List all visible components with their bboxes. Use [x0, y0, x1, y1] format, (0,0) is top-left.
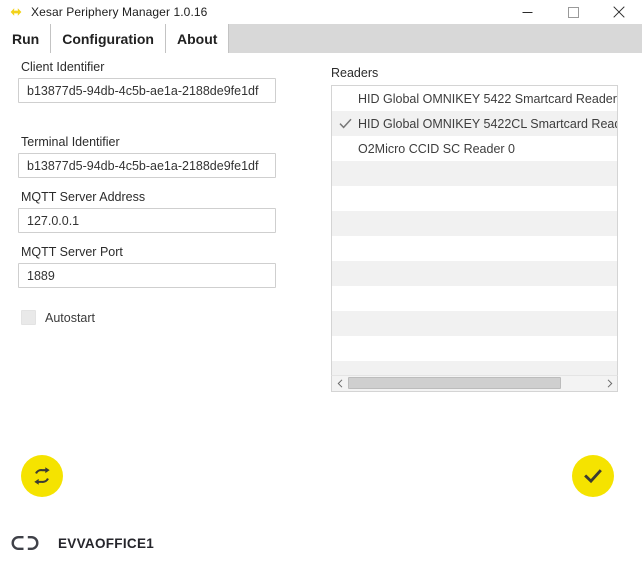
maximize-button[interactable] — [550, 0, 596, 24]
reader-name: HID Global OMNIKEY 5422 Smartcard Reader — [358, 91, 617, 106]
readers-horizontal-scrollbar[interactable] — [331, 375, 618, 392]
broken-link-icon — [10, 534, 40, 552]
reader-name: O2Micro CCID SC Reader 0 — [358, 141, 515, 156]
xesar-arrows-icon — [8, 4, 24, 20]
reader-row[interactable] — [332, 261, 617, 286]
status-device-name: EVVAOFFICE1 — [58, 535, 155, 551]
reader-name: HID Global OMNIKEY 5422CL Smartcard Read… — [358, 116, 617, 131]
minimize-button[interactable] — [504, 0, 550, 24]
close-button[interactable] — [596, 0, 642, 24]
scroll-left-button[interactable] — [332, 376, 348, 391]
form-spacer — [18, 233, 318, 245]
window-title: Xesar Periphery Manager 1.0.16 — [31, 5, 208, 19]
tab-configuration[interactable]: Configuration — [51, 24, 166, 53]
scrollbar-track[interactable] — [348, 376, 601, 391]
window-controls — [504, 0, 642, 24]
form-spacer — [18, 178, 318, 190]
autostart-checkbox-row[interactable]: Autostart — [21, 310, 318, 325]
check-icon — [338, 118, 352, 129]
tab-run[interactable]: Run — [0, 24, 52, 53]
chevron-left-icon — [337, 379, 342, 388]
tab-bar-filler — [229, 24, 642, 53]
terminal-identifier-field-group: Terminal Identifier — [18, 135, 318, 178]
mqtt-server-port-input[interactable] — [18, 263, 276, 288]
check-icon — [584, 469, 602, 484]
reader-row[interactable] — [332, 286, 617, 311]
configuration-form: Client Identifier Terminal Identifier MQ… — [18, 60, 318, 325]
autostart-checkbox[interactable] — [21, 310, 36, 325]
chevron-right-icon — [607, 379, 612, 388]
close-icon — [613, 6, 625, 18]
readers-panel: Readers HID Global OMNIKEY 5422 Smartcar… — [331, 66, 618, 392]
client-identifier-input[interactable] — [18, 78, 276, 103]
readers-list[interactable]: HID Global OMNIKEY 5422 Smartcard Reader… — [331, 85, 618, 375]
refresh-loop-icon — [34, 467, 50, 485]
minimize-icon — [522, 11, 532, 13]
reader-row[interactable] — [332, 161, 617, 186]
refresh-button[interactable] — [21, 455, 63, 497]
reader-row[interactable] — [332, 336, 617, 361]
status-bar: EVVAOFFICE1 — [0, 528, 642, 558]
scrollbar-thumb[interactable] — [348, 377, 561, 389]
readers-label: Readers — [331, 66, 379, 80]
maximize-icon — [567, 6, 579, 18]
reader-row[interactable] — [332, 361, 617, 375]
terminal-identifier-input[interactable] — [18, 153, 276, 178]
confirm-button[interactable] — [572, 455, 614, 497]
mqtt-server-address-label: MQTT Server Address — [21, 190, 146, 204]
reader-row[interactable]: HID Global OMNIKEY 5422 Smartcard Reader — [332, 86, 617, 111]
title-bar: Xesar Periphery Manager 1.0.16 — [0, 0, 642, 24]
reader-row[interactable] — [332, 186, 617, 211]
reader-row[interactable]: HID Global OMNIKEY 5422CL Smartcard Read… — [332, 111, 617, 136]
reader-row[interactable]: O2Micro CCID SC Reader 0 — [332, 136, 617, 161]
scroll-right-button[interactable] — [601, 376, 617, 391]
form-spacer — [18, 103, 318, 135]
mqtt-server-port-label: MQTT Server Port — [21, 245, 123, 259]
mqtt-server-address-field-group: MQTT Server Address — [18, 190, 318, 233]
reader-selected-indicator[interactable] — [332, 118, 358, 129]
mqtt-server-address-input[interactable] — [18, 208, 276, 233]
reader-row[interactable] — [332, 211, 617, 236]
tab-bar-underline — [0, 53, 642, 54]
reader-row[interactable] — [332, 236, 617, 261]
mqtt-server-port-field-group: MQTT Server Port — [18, 245, 318, 288]
reader-row[interactable] — [332, 311, 617, 336]
client-identifier-label: Client Identifier — [21, 60, 105, 74]
tab-about[interactable]: About — [165, 24, 230, 53]
tab-bar: Run Configuration About — [0, 24, 642, 53]
client-identifier-field-group: Client Identifier — [18, 60, 318, 103]
terminal-identifier-label: Terminal Identifier — [21, 135, 120, 149]
xesar-periphery-manager-window: Xesar Periphery Manager 1.0.16 Run Confi… — [0, 0, 642, 563]
autostart-label: Autostart — [45, 310, 96, 325]
